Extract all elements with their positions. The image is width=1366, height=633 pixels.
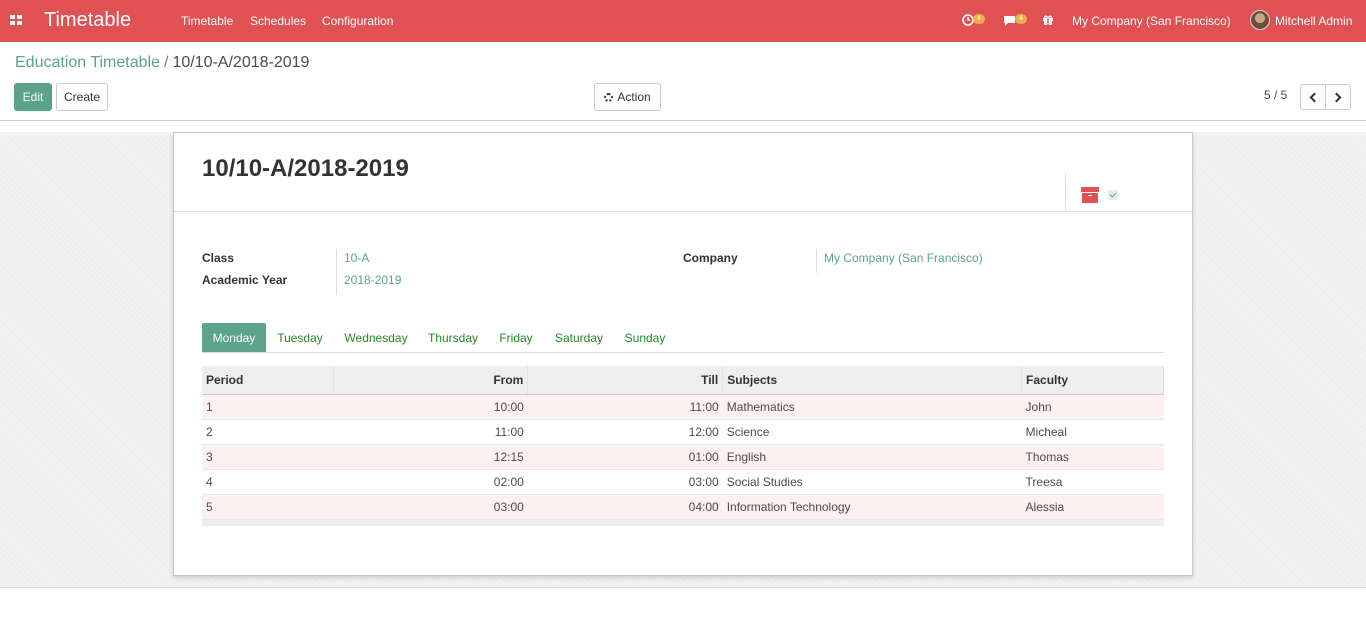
tab-tuesday[interactable]: Tuesday [266, 323, 334, 352]
period-cell: 3 [202, 444, 334, 470]
faculty-cell: Thomas [1021, 444, 1164, 470]
tab-sunday[interactable]: Sunday [618, 323, 672, 352]
breadcrumb-parent[interactable]: Education Timetable [15, 54, 160, 71]
messages-badge: 4 [1015, 14, 1027, 24]
from-cell: 12:15 [333, 444, 528, 470]
field-separator [336, 249, 337, 295]
action-button[interactable]: Action [594, 83, 661, 111]
check-icon[interactable] [1108, 190, 1118, 200]
company-switcher[interactable]: My Company (San Francisco) [1072, 14, 1231, 28]
from-cell: 02:00 [333, 469, 528, 495]
faculty-cell: Treesa [1021, 469, 1164, 495]
table-row[interactable]: 4 02:00 03:00 Social Studies Treesa [202, 469, 1164, 495]
academic-year-value[interactable]: 2018-2019 [344, 273, 401, 287]
till-cell: 03:00 [527, 469, 723, 495]
period-cell: 4 [202, 469, 334, 495]
activity-menu[interactable]: 4 [962, 12, 988, 30]
chevron-left-icon [1309, 92, 1320, 102]
from-cell: 10:00 [333, 394, 528, 420]
chat-icon [1004, 16, 1015, 26]
table-row[interactable]: 2 11:00 12:00 Science Micheal [202, 419, 1164, 445]
subject-cell: Science [722, 419, 1022, 445]
faculty-cell: Micheal [1021, 419, 1164, 445]
table-row[interactable]: 3 12:15 01:00 English Thomas [202, 444, 1164, 470]
period-cell: 5 [202, 494, 334, 520]
breadcrumb-separator: / [163, 54, 169, 71]
top-navbar: Timetable Timetable Schedules Configurat… [0, 0, 1366, 42]
till-cell: 01:00 [527, 444, 723, 470]
period-cell: 1 [202, 394, 334, 420]
from-cell: 03:00 [333, 494, 528, 520]
academic-year-label: Academic Year [202, 273, 288, 287]
till-cell: 11:00 [527, 394, 723, 420]
action-label: Action [617, 90, 651, 104]
button-box [1065, 173, 1191, 211]
from-cell: 11:00 [333, 419, 528, 445]
messages-menu[interactable]: 4 [1003, 12, 1029, 30]
gear-icon [604, 92, 614, 102]
till-cell: 12:00 [527, 419, 723, 445]
period-cell: 2 [202, 419, 334, 445]
user-menu[interactable]: Mitchell Admin [1275, 14, 1352, 28]
column-header-period[interactable]: Period [202, 366, 335, 395]
pager-previous-button[interactable] [1300, 84, 1326, 110]
table-footer [202, 519, 1164, 526]
table-header-row: Period From Till Subjects Faculty [202, 366, 1164, 395]
app-name[interactable]: Timetable [44, 9, 131, 32]
gift-menu[interactable] [1042, 12, 1056, 30]
table-row[interactable]: 1 10:00 11:00 Mathematics John [202, 394, 1164, 420]
chevron-right-icon [1331, 92, 1342, 102]
edit-button[interactable]: Edit [14, 83, 52, 111]
company-label: Company [683, 251, 738, 265]
faculty-cell: Alessia [1021, 494, 1164, 520]
class-label: Class [202, 251, 235, 265]
activity-badge: 4 [973, 14, 985, 24]
apps-grid-icon[interactable] [10, 15, 22, 26]
column-header-faculty[interactable]: Faculty [1021, 366, 1164, 395]
till-cell: 04:00 [527, 494, 723, 520]
create-button[interactable]: Create [56, 83, 108, 111]
menu-timetable[interactable]: Timetable [181, 14, 233, 28]
menu-configuration[interactable]: Configuration [322, 14, 393, 28]
column-header-till[interactable]: Till [527, 366, 724, 395]
column-header-from[interactable]: From [333, 366, 529, 395]
menu-schedules[interactable]: Schedules [250, 14, 306, 28]
user-avatar[interactable] [1250, 10, 1270, 30]
tab-thursday[interactable]: Thursday [420, 323, 486, 352]
tab-friday[interactable]: Friday [492, 323, 540, 352]
tab-saturday[interactable]: Saturday [546, 323, 612, 352]
subject-cell: Information Technology [722, 494, 1022, 520]
breadcrumb-current: 10/10-A/2018-2019 [172, 54, 310, 71]
pager-value[interactable]: 5 / 5 [1264, 88, 1287, 102]
day-tabs: Monday Tuesday Wednesday Thursday Friday… [202, 323, 1164, 353]
company-value[interactable]: My Company (San Francisco) [824, 251, 983, 265]
title-divider [174, 211, 1192, 212]
breadcrumb: Education Timetable/10/10-A/2018-2019 [15, 54, 309, 72]
field-separator [816, 249, 817, 273]
subject-cell: English [722, 444, 1022, 470]
control-panel: Education Timetable/10/10-A/2018-2019 Ed… [0, 42, 1366, 121]
column-header-subjects[interactable]: Subjects [722, 366, 1023, 395]
timetable-lines-table: Period From Till Subjects Faculty 1 10:0… [202, 366, 1164, 526]
gift-icon [1043, 15, 1053, 25]
subject-cell: Social Studies [722, 469, 1022, 495]
tab-wednesday[interactable]: Wednesday [336, 323, 416, 352]
class-value[interactable]: 10-A [344, 251, 369, 265]
faculty-cell: John [1021, 394, 1164, 420]
record-title: 10/10-A/2018-2019 [202, 155, 409, 182]
form-sheet: 10/10-A/2018-2019 Class 10-A Academic Ye… [173, 132, 1193, 576]
tab-monday[interactable]: Monday [202, 323, 266, 352]
subject-cell: Mathematics [722, 394, 1022, 420]
pager-next-button[interactable] [1325, 84, 1351, 110]
archive-icon[interactable] [1081, 187, 1099, 203]
table-row[interactable]: 5 03:00 04:00 Information Technology Ale… [202, 494, 1164, 520]
